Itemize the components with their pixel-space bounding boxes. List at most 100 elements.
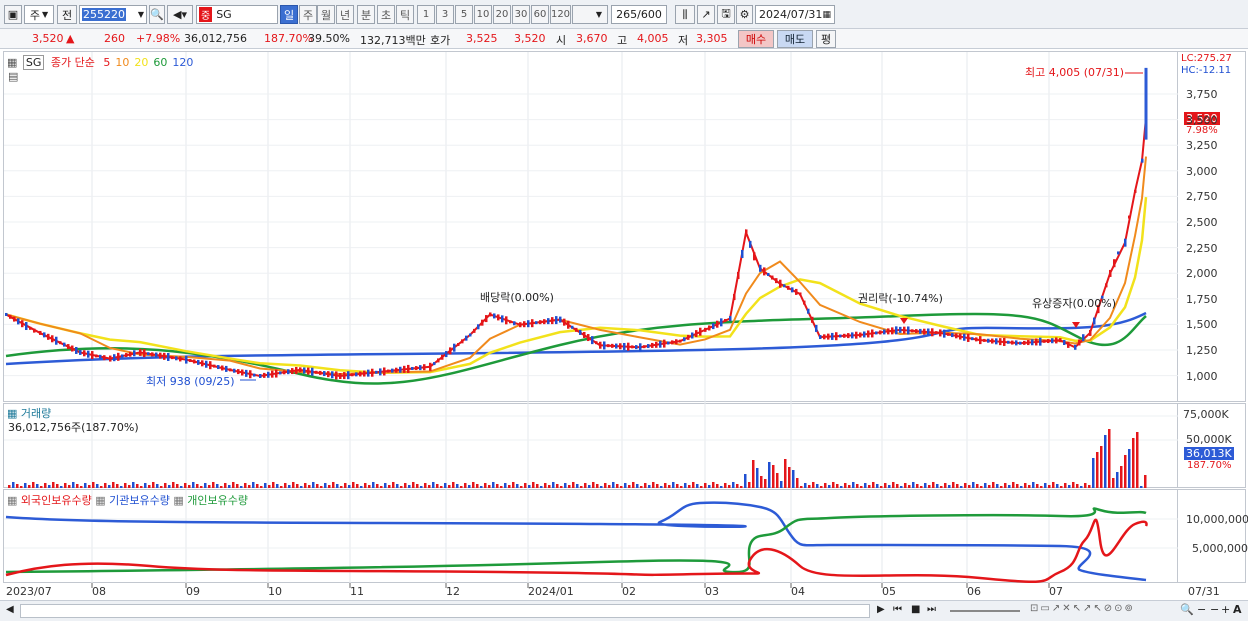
volume-bar bbox=[84, 483, 87, 488]
volume-bar bbox=[556, 484, 559, 488]
volume-bar bbox=[788, 467, 791, 488]
lc-value: LC:275.27 bbox=[1181, 53, 1232, 64]
volume-bar bbox=[812, 482, 815, 488]
volume-bar bbox=[216, 484, 219, 488]
volume-bar bbox=[1008, 485, 1011, 488]
volume-bar bbox=[40, 486, 43, 488]
candle bbox=[323, 371, 326, 377]
institution-legend: 기관보유수량 bbox=[109, 494, 170, 507]
candle bbox=[591, 336, 594, 345]
volume-bar bbox=[372, 482, 375, 488]
plus-icon[interactable]: + bbox=[1221, 603, 1230, 616]
fast-forward-icon[interactable]: ⏭ bbox=[927, 604, 936, 615]
volume-bar bbox=[680, 486, 683, 488]
volume-bar bbox=[68, 485, 71, 488]
scroll-right-icon[interactable]: ▶ bbox=[877, 604, 885, 615]
volume-bar bbox=[136, 484, 139, 488]
candle bbox=[863, 331, 866, 338]
volume-bar bbox=[376, 484, 379, 488]
volume-bar bbox=[924, 483, 927, 488]
volume-bar bbox=[1048, 485, 1051, 488]
foreign-holding-line bbox=[5, 518, 1148, 584]
volume-bar bbox=[552, 482, 555, 488]
candle bbox=[883, 329, 886, 335]
volume-bar bbox=[480, 486, 483, 488]
font-size-icon[interactable]: A bbox=[1233, 603, 1242, 616]
volume-bar bbox=[100, 486, 103, 488]
volume-bar bbox=[416, 484, 419, 488]
candle bbox=[879, 330, 882, 335]
candle bbox=[433, 362, 436, 366]
volume-bar bbox=[652, 482, 655, 488]
candle bbox=[991, 338, 994, 344]
candle bbox=[501, 315, 504, 323]
volume-bar bbox=[52, 482, 55, 488]
volume-bar bbox=[1020, 486, 1023, 488]
candle bbox=[943, 329, 946, 338]
candle bbox=[25, 322, 28, 331]
volume-bar bbox=[1140, 486, 1143, 488]
volume-bar bbox=[276, 484, 279, 488]
volume-bar bbox=[732, 482, 735, 488]
candle bbox=[843, 333, 846, 338]
candle bbox=[737, 272, 740, 280]
drawing-tools-icon[interactable]: ⊡▭↗✕↖↗↖⊘⊙⊚ bbox=[1030, 603, 1135, 614]
scroll-left-icon[interactable]: ◀ bbox=[6, 604, 14, 615]
volume-bar bbox=[1052, 482, 1055, 488]
candle bbox=[143, 349, 146, 358]
volume-bar bbox=[172, 482, 175, 488]
zoom-icon[interactable]: 🔍 bbox=[1180, 603, 1194, 616]
line-icon[interactable]: − bbox=[1210, 603, 1219, 616]
calculator-icon[interactable]: ▤ bbox=[8, 70, 18, 83]
volume-bar bbox=[800, 486, 803, 488]
candle bbox=[767, 272, 770, 276]
candle bbox=[197, 359, 200, 365]
candle bbox=[83, 350, 86, 357]
candle bbox=[1007, 340, 1010, 344]
volume-bar bbox=[1116, 472, 1119, 488]
x-axis-label: 03 bbox=[705, 585, 719, 598]
candle bbox=[411, 366, 414, 370]
candle bbox=[543, 319, 546, 325]
stop-icon[interactable]: ■ bbox=[911, 604, 920, 615]
individual-legend: 개인보유수량 bbox=[187, 494, 249, 507]
minus-icon[interactable]: − bbox=[1197, 603, 1206, 616]
rewind-icon[interactable]: ⏮ bbox=[893, 604, 902, 615]
candle bbox=[667, 341, 670, 345]
zoom-slider[interactable] bbox=[950, 610, 1020, 612]
candle bbox=[129, 351, 132, 357]
volume-bar bbox=[700, 486, 703, 488]
x-axis-label: 12 bbox=[446, 585, 460, 598]
volume-bar bbox=[248, 485, 251, 488]
ma-period-label: 10 bbox=[115, 56, 130, 69]
volume-bar bbox=[760, 476, 763, 488]
horizontal-scrollbar[interactable] bbox=[20, 604, 870, 618]
volume-bar bbox=[888, 485, 891, 488]
candle bbox=[13, 316, 16, 322]
volume-bar bbox=[404, 483, 407, 488]
candle bbox=[975, 337, 978, 342]
candle bbox=[619, 343, 622, 350]
candle bbox=[71, 345, 74, 352]
candle bbox=[639, 343, 642, 352]
volume-bar bbox=[76, 484, 79, 488]
symbol-box[interactable]: SG bbox=[22, 55, 45, 70]
candle bbox=[355, 372, 358, 377]
candle bbox=[859, 332, 862, 338]
candle bbox=[429, 362, 432, 371]
volume-bar bbox=[976, 484, 979, 488]
volume-bar bbox=[588, 485, 591, 488]
volume-bar bbox=[568, 485, 571, 488]
candle bbox=[855, 331, 858, 339]
candle bbox=[835, 332, 838, 341]
candle bbox=[955, 333, 958, 339]
candle bbox=[445, 351, 448, 358]
candle bbox=[469, 333, 472, 337]
volume-bar bbox=[336, 484, 339, 488]
candle bbox=[419, 365, 422, 371]
x-axis-label: 2023/07 bbox=[6, 585, 52, 598]
volume-bar bbox=[876, 484, 879, 488]
volume-bar bbox=[996, 484, 999, 488]
candle bbox=[1089, 329, 1092, 336]
candle bbox=[1047, 339, 1050, 344]
